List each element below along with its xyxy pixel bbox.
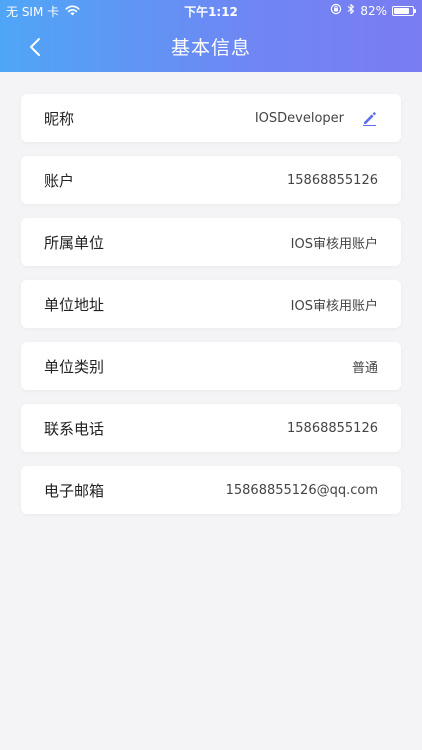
row-label: 昵称 xyxy=(44,109,75,128)
pencil-icon xyxy=(362,111,376,126)
status-right: 82% xyxy=(330,3,416,18)
row-nickname: 昵称 IOSDeveloper xyxy=(21,94,401,142)
row-label: 电子邮箱 xyxy=(44,481,105,500)
row-organization-address: 单位地址 IOS审核用账户 xyxy=(21,280,401,328)
row-value: IOS审核用账户 xyxy=(290,298,378,314)
row-label: 所属单位 xyxy=(44,233,105,252)
row-organization: 所属单位 IOS审核用账户 xyxy=(21,218,401,266)
row-value: IOS审核用账户 xyxy=(290,236,378,252)
row-email: 电子邮箱 15868855126@qq.com xyxy=(21,466,401,514)
row-value: IOSDeveloper xyxy=(254,110,344,126)
header: 无 SIM 卡 下午1:12 82% 基本信息 xyxy=(0,0,422,72)
battery-percent: 82% xyxy=(360,3,387,18)
row-organization-type: 单位类别 普通 xyxy=(21,342,401,390)
row-value: 15868855126@qq.com xyxy=(225,482,378,498)
row-account: 账户 15868855126 xyxy=(21,156,401,204)
status-bar: 无 SIM 卡 下午1:12 82% xyxy=(0,0,422,22)
edit-nickname-button[interactable] xyxy=(360,109,378,127)
row-value: 15868855126 xyxy=(287,420,378,436)
battery-fill xyxy=(394,7,409,14)
row-value: 普通 xyxy=(351,360,378,376)
info-list: 昵称 IOSDeveloper 账户 15868855126 所属单位 IOS审… xyxy=(21,94,401,528)
row-phone: 联系电话 15868855126 xyxy=(21,404,401,452)
battery-icon xyxy=(392,5,416,16)
row-label: 账户 xyxy=(44,171,75,190)
page-title: 基本信息 xyxy=(170,37,251,59)
row-value: 15868855126 xyxy=(287,172,378,188)
row-label: 联系电话 xyxy=(44,419,105,438)
bluetooth-icon xyxy=(347,3,355,18)
nav-bar: 基本信息 xyxy=(0,22,422,72)
row-label: 单位地址 xyxy=(44,295,105,314)
row-label: 单位类别 xyxy=(44,357,105,376)
orientation-lock-icon xyxy=(330,3,342,18)
